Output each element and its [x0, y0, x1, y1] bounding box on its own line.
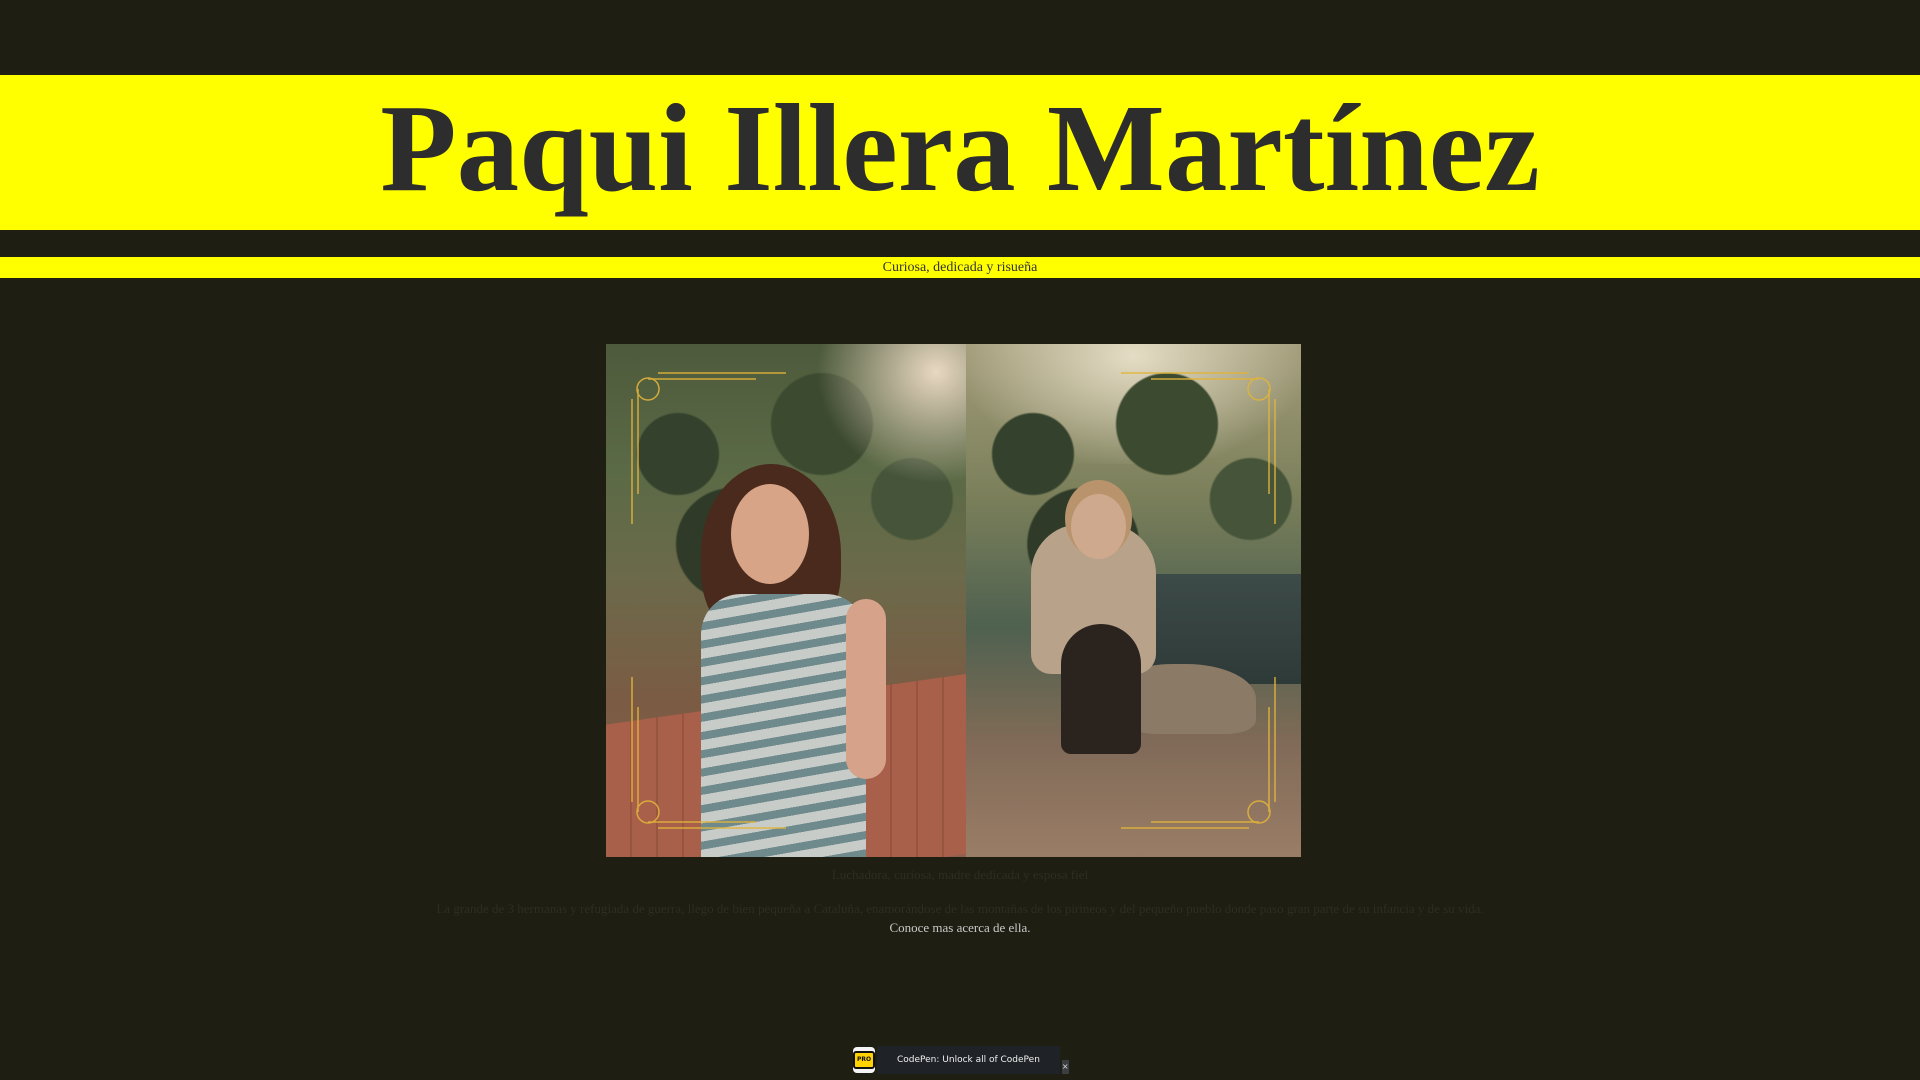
young-photo: [606, 344, 966, 857]
codepen-pro-icon: PRO: [853, 1047, 875, 1073]
image-caption: Luchadora, curiosa, madre dedicada y esp…: [831, 867, 1089, 882]
codepen-pro-label: PRO: [853, 1051, 875, 1069]
subtitle-banner: Curiosa, dedicada y risueña: [0, 257, 1920, 278]
tribute-image: [606, 344, 1301, 857]
codepen-promo-text[interactable]: CodePen: Unlock all of CodePen: [877, 1046, 1060, 1074]
page-title: Paqui Illera Martínez: [380, 80, 1540, 218]
learn-more: Conoce mas acerca de ella.: [0, 920, 1920, 936]
title-banner: Paqui Illera Martínez: [0, 75, 1920, 230]
learn-more-link[interactable]: Conoce mas acerca de ella.: [889, 920, 1030, 935]
page-subtitle: Curiosa, dedicada y risueña: [882, 259, 1038, 275]
bio-text: La grande de 3 hermanas y refugiada de g…: [436, 901, 1484, 916]
codepen-promo-bar[interactable]: PRO CodePen: Unlock all of CodePen ×: [853, 1046, 1069, 1074]
adult-photo: [966, 344, 1301, 857]
close-icon[interactable]: ×: [1061, 1060, 1069, 1074]
